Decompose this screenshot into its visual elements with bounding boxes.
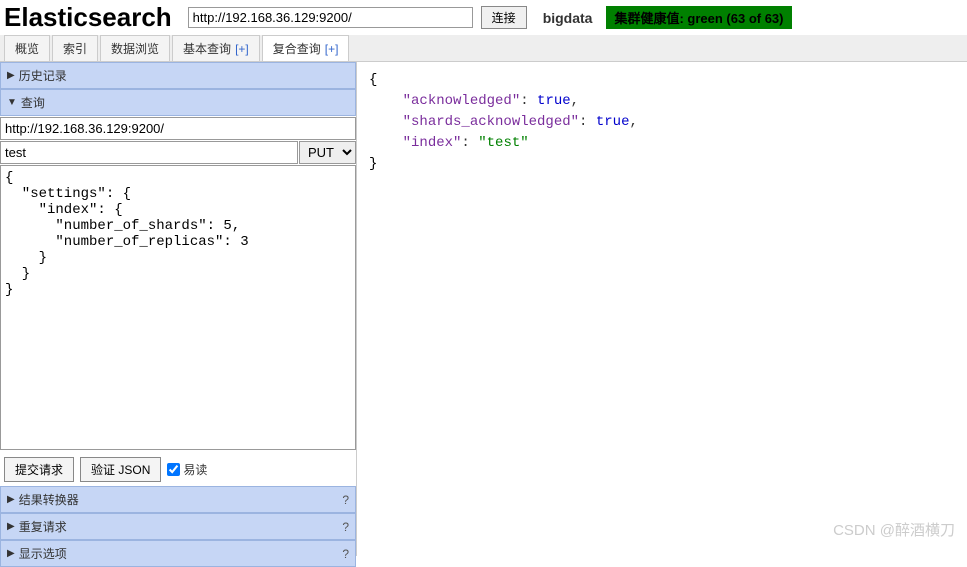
checkbox-label-text: 易读 bbox=[183, 461, 207, 478]
tab-label: 基本查询 bbox=[183, 40, 231, 57]
tab-basic-query[interactable]: 基本查询 [+] bbox=[172, 35, 260, 61]
readable-checkbox[interactable] bbox=[167, 463, 180, 476]
arrow-right-icon: ▶ bbox=[7, 70, 15, 81]
left-panel: ▶ 历史记录 ▼ 查询 PUT 提交请求 验证 JSON 易读 bbox=[0, 62, 357, 556]
query-section-header[interactable]: ▼ 查询 bbox=[0, 89, 356, 116]
main-content: ▶ 历史记录 ▼ 查询 PUT 提交请求 验证 JSON 易读 bbox=[0, 62, 967, 556]
submit-button[interactable]: 提交请求 bbox=[4, 457, 74, 482]
section-title: 查询 bbox=[21, 94, 45, 111]
query-url-input[interactable] bbox=[0, 117, 356, 140]
logo: Elasticsearch bbox=[4, 2, 180, 33]
display-options-section-header[interactable]: ▶ 显示选项 bbox=[0, 540, 356, 567]
tab-label: 复合查询 bbox=[273, 40, 321, 57]
tab-browse[interactable]: 数据浏览 bbox=[100, 35, 170, 61]
tab-label: 数据浏览 bbox=[111, 40, 159, 57]
history-section-header[interactable]: ▶ 历史记录 bbox=[0, 62, 356, 89]
tab-label: 索引 bbox=[63, 40, 87, 57]
query-body: PUT 提交请求 验证 JSON 易读 bbox=[0, 116, 356, 486]
arrow-down-icon: ▼ bbox=[7, 97, 17, 108]
tab-complex-query[interactable]: 复合查询 [+] bbox=[262, 35, 350, 61]
response-panel: { "acknowledged": true, "shards_acknowle… bbox=[357, 62, 967, 556]
cluster-name-label: bigdata bbox=[543, 10, 593, 26]
section-title: 历史记录 bbox=[19, 67, 67, 84]
header-bar: Elasticsearch 连接 bigdata 集群健康值: green (6… bbox=[0, 0, 967, 35]
section-title: 结果转换器 bbox=[19, 491, 79, 508]
http-method-select[interactable]: PUT bbox=[299, 141, 356, 164]
tab-plus-icon[interactable]: [+] bbox=[235, 42, 249, 56]
cluster-health-badge: 集群健康值: green (63 of 63) bbox=[606, 6, 791, 29]
tab-bar: 概览 索引 数据浏览 基本查询 [+] 复合查询 [+] bbox=[0, 35, 967, 62]
tab-label: 概览 bbox=[15, 40, 39, 57]
section-title: 重复请求 bbox=[19, 518, 67, 535]
repeat-request-section-header[interactable]: ▶ 重复请求 bbox=[0, 513, 356, 540]
result-transformer-section-header[interactable]: ▶ 结果转换器 bbox=[0, 486, 356, 513]
connect-button[interactable]: 连接 bbox=[481, 6, 527, 29]
tab-overview[interactable]: 概览 bbox=[4, 35, 50, 61]
request-body-textarea[interactable] bbox=[0, 165, 356, 450]
arrow-right-icon: ▶ bbox=[7, 494, 15, 505]
section-title: 显示选项 bbox=[19, 545, 67, 562]
arrow-right-icon: ▶ bbox=[7, 521, 15, 532]
tab-plus-icon[interactable]: [+] bbox=[325, 42, 339, 56]
readable-checkbox-label[interactable]: 易读 bbox=[167, 461, 207, 478]
tab-indices[interactable]: 索引 bbox=[52, 35, 98, 61]
connection-url-input[interactable] bbox=[188, 7, 473, 28]
validate-json-button[interactable]: 验证 JSON bbox=[80, 457, 161, 482]
arrow-right-icon: ▶ bbox=[7, 548, 15, 559]
query-path-input[interactable] bbox=[0, 141, 298, 164]
